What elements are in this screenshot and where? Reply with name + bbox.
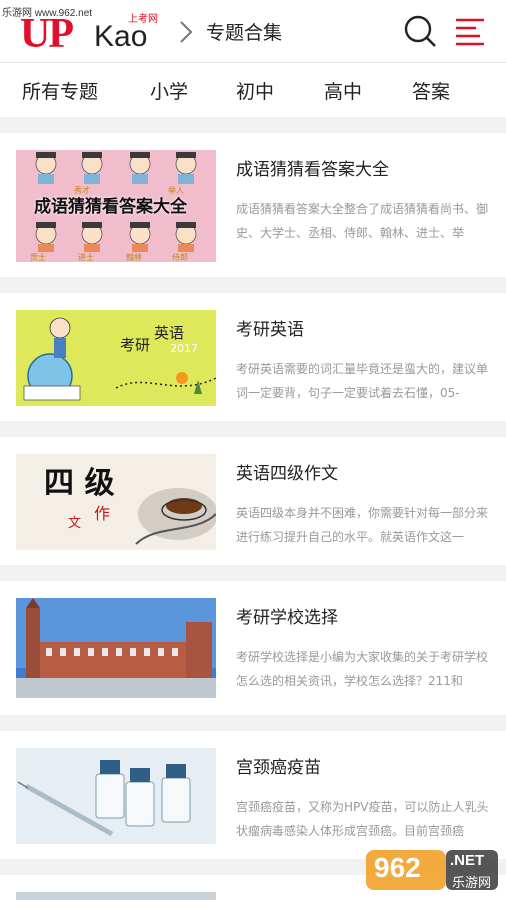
topic-card[interactable]: 宫颈癌疫苗 宫颈癌疫苗，又称为HPV疫苗，可以防止人乳头状瘤病毒感染人体形成宫颈…	[0, 731, 506, 859]
tab-senior[interactable]: 高中	[324, 77, 362, 104]
logo-kao: Kao	[94, 20, 148, 53]
thumbnail-caption: 考研	[120, 336, 151, 354]
thumbnail-caption: 成语猜猜看答案大全	[34, 197, 187, 217]
thumbnail-caption: 作	[94, 504, 111, 523]
thumbnail-label: 进士	[78, 253, 94, 262]
topic-description: 考研英语需要的词汇量毕竟还是蛮大的，建议单词一定要背，句子一定要试着去石懂，05…	[236, 362, 489, 400]
watermark-top: 乐游网 www.962.net	[2, 8, 93, 19]
topic-title[interactable]: 成语猜猜看答案大全	[236, 155, 389, 180]
thumbnail-caption: 文	[68, 516, 82, 531]
study-cartoon-image	[23, 317, 216, 401]
search-icon[interactable]	[402, 13, 438, 49]
topic-card[interactable]: 成语猜猜看答案大全 秀才 举人 贡士 进士 翰林 侍郎 成语猜猜看答案大全 成语…	[0, 133, 506, 277]
962-watermark-logo: 962 .NET 乐游网	[366, 846, 498, 894]
thumbnail-year: 2017	[170, 342, 198, 355]
thumbnail-label: 侍郎	[172, 253, 188, 262]
topic-description: 宫颈癌疫苗，又称为HPV疫苗，可以防止人乳头状瘤病毒感染人体形成宫颈癌。目前宫颈…	[236, 800, 489, 838]
thumbnail-label: 举人	[168, 186, 184, 195]
topic-thumbnail: 考研 英语 2017	[16, 310, 216, 406]
category-tabs: 所有专题 小学 初中 高中 答案	[0, 62, 506, 117]
topic-card[interactable]: 四 级 作 文 英语四级作文 英语四级本身并不困难，你需要针对每一部分来进行练习…	[0, 437, 506, 565]
thumbnail-label: 翰林	[126, 253, 142, 262]
thumbnail-caption: 四 级	[44, 466, 115, 501]
topic-thumbnail: 成语猜猜看答案大全 秀才 举人 贡士 进士 翰林 侍郎	[16, 150, 216, 262]
topic-description: 英语四级本身并不困难，你需要针对每一部分来进行练习提升自己的水平。就英语作文这一	[236, 506, 489, 544]
thumbnail-label: 秀才	[74, 186, 90, 195]
topic-title[interactable]: 考研英语	[236, 315, 304, 340]
thumbnail-caption: 英语	[154, 324, 185, 342]
watermark-cn: 乐游网	[452, 876, 492, 891]
topic-thumbnail	[16, 892, 216, 900]
topic-card[interactable]: 考研学校选择 考研学校选择是小编为大家收集的关于考研学校怎么选的相关资讯，学校怎…	[0, 581, 506, 715]
vaccine-vials-image	[16, 748, 216, 844]
tab-primary[interactable]: 小学	[150, 77, 188, 104]
watermark-number: 962	[374, 852, 421, 883]
page-title: 专题合集	[206, 22, 283, 44]
campus-building-image	[16, 598, 216, 698]
topic-thumbnail	[16, 748, 216, 844]
topic-thumbnail	[16, 598, 216, 698]
chevron-right-icon	[180, 21, 193, 43]
topic-title[interactable]: 英语四级作文	[236, 459, 338, 484]
topic-description: 成语猜猜看答案大全整合了成语猜猜看尚书、御史、大学士、丞相、侍郎、翰林、进士、举	[236, 202, 489, 240]
topic-title[interactable]: 宫颈癌疫苗	[236, 753, 321, 778]
topic-description: 考研学校选择是小编为大家收集的关于考研学校怎么选的相关资讯，学校怎么选择？211…	[236, 650, 489, 688]
logo-subtitle: 上考网	[128, 14, 158, 25]
upkao-logo[interactable]: UP Kao 上考网	[20, 11, 165, 57]
topic-card[interactable]: 考研 英语 2017 考研英语 考研英语需要的词汇量毕竟还是蛮大的，建议单词一定…	[0, 293, 506, 421]
tab-answers[interactable]: 答案	[412, 77, 450, 104]
menu-icon[interactable]	[454, 16, 486, 46]
topic-title[interactable]: 考研学校选择	[236, 603, 338, 628]
watermark-suffix: .NET	[450, 852, 485, 869]
tab-all[interactable]: 所有专题	[22, 77, 98, 104]
thumbnail-label: 贡士	[30, 253, 46, 262]
topic-thumbnail: 四 级 作 文	[16, 454, 216, 550]
tab-junior[interactable]: 初中	[236, 77, 274, 104]
